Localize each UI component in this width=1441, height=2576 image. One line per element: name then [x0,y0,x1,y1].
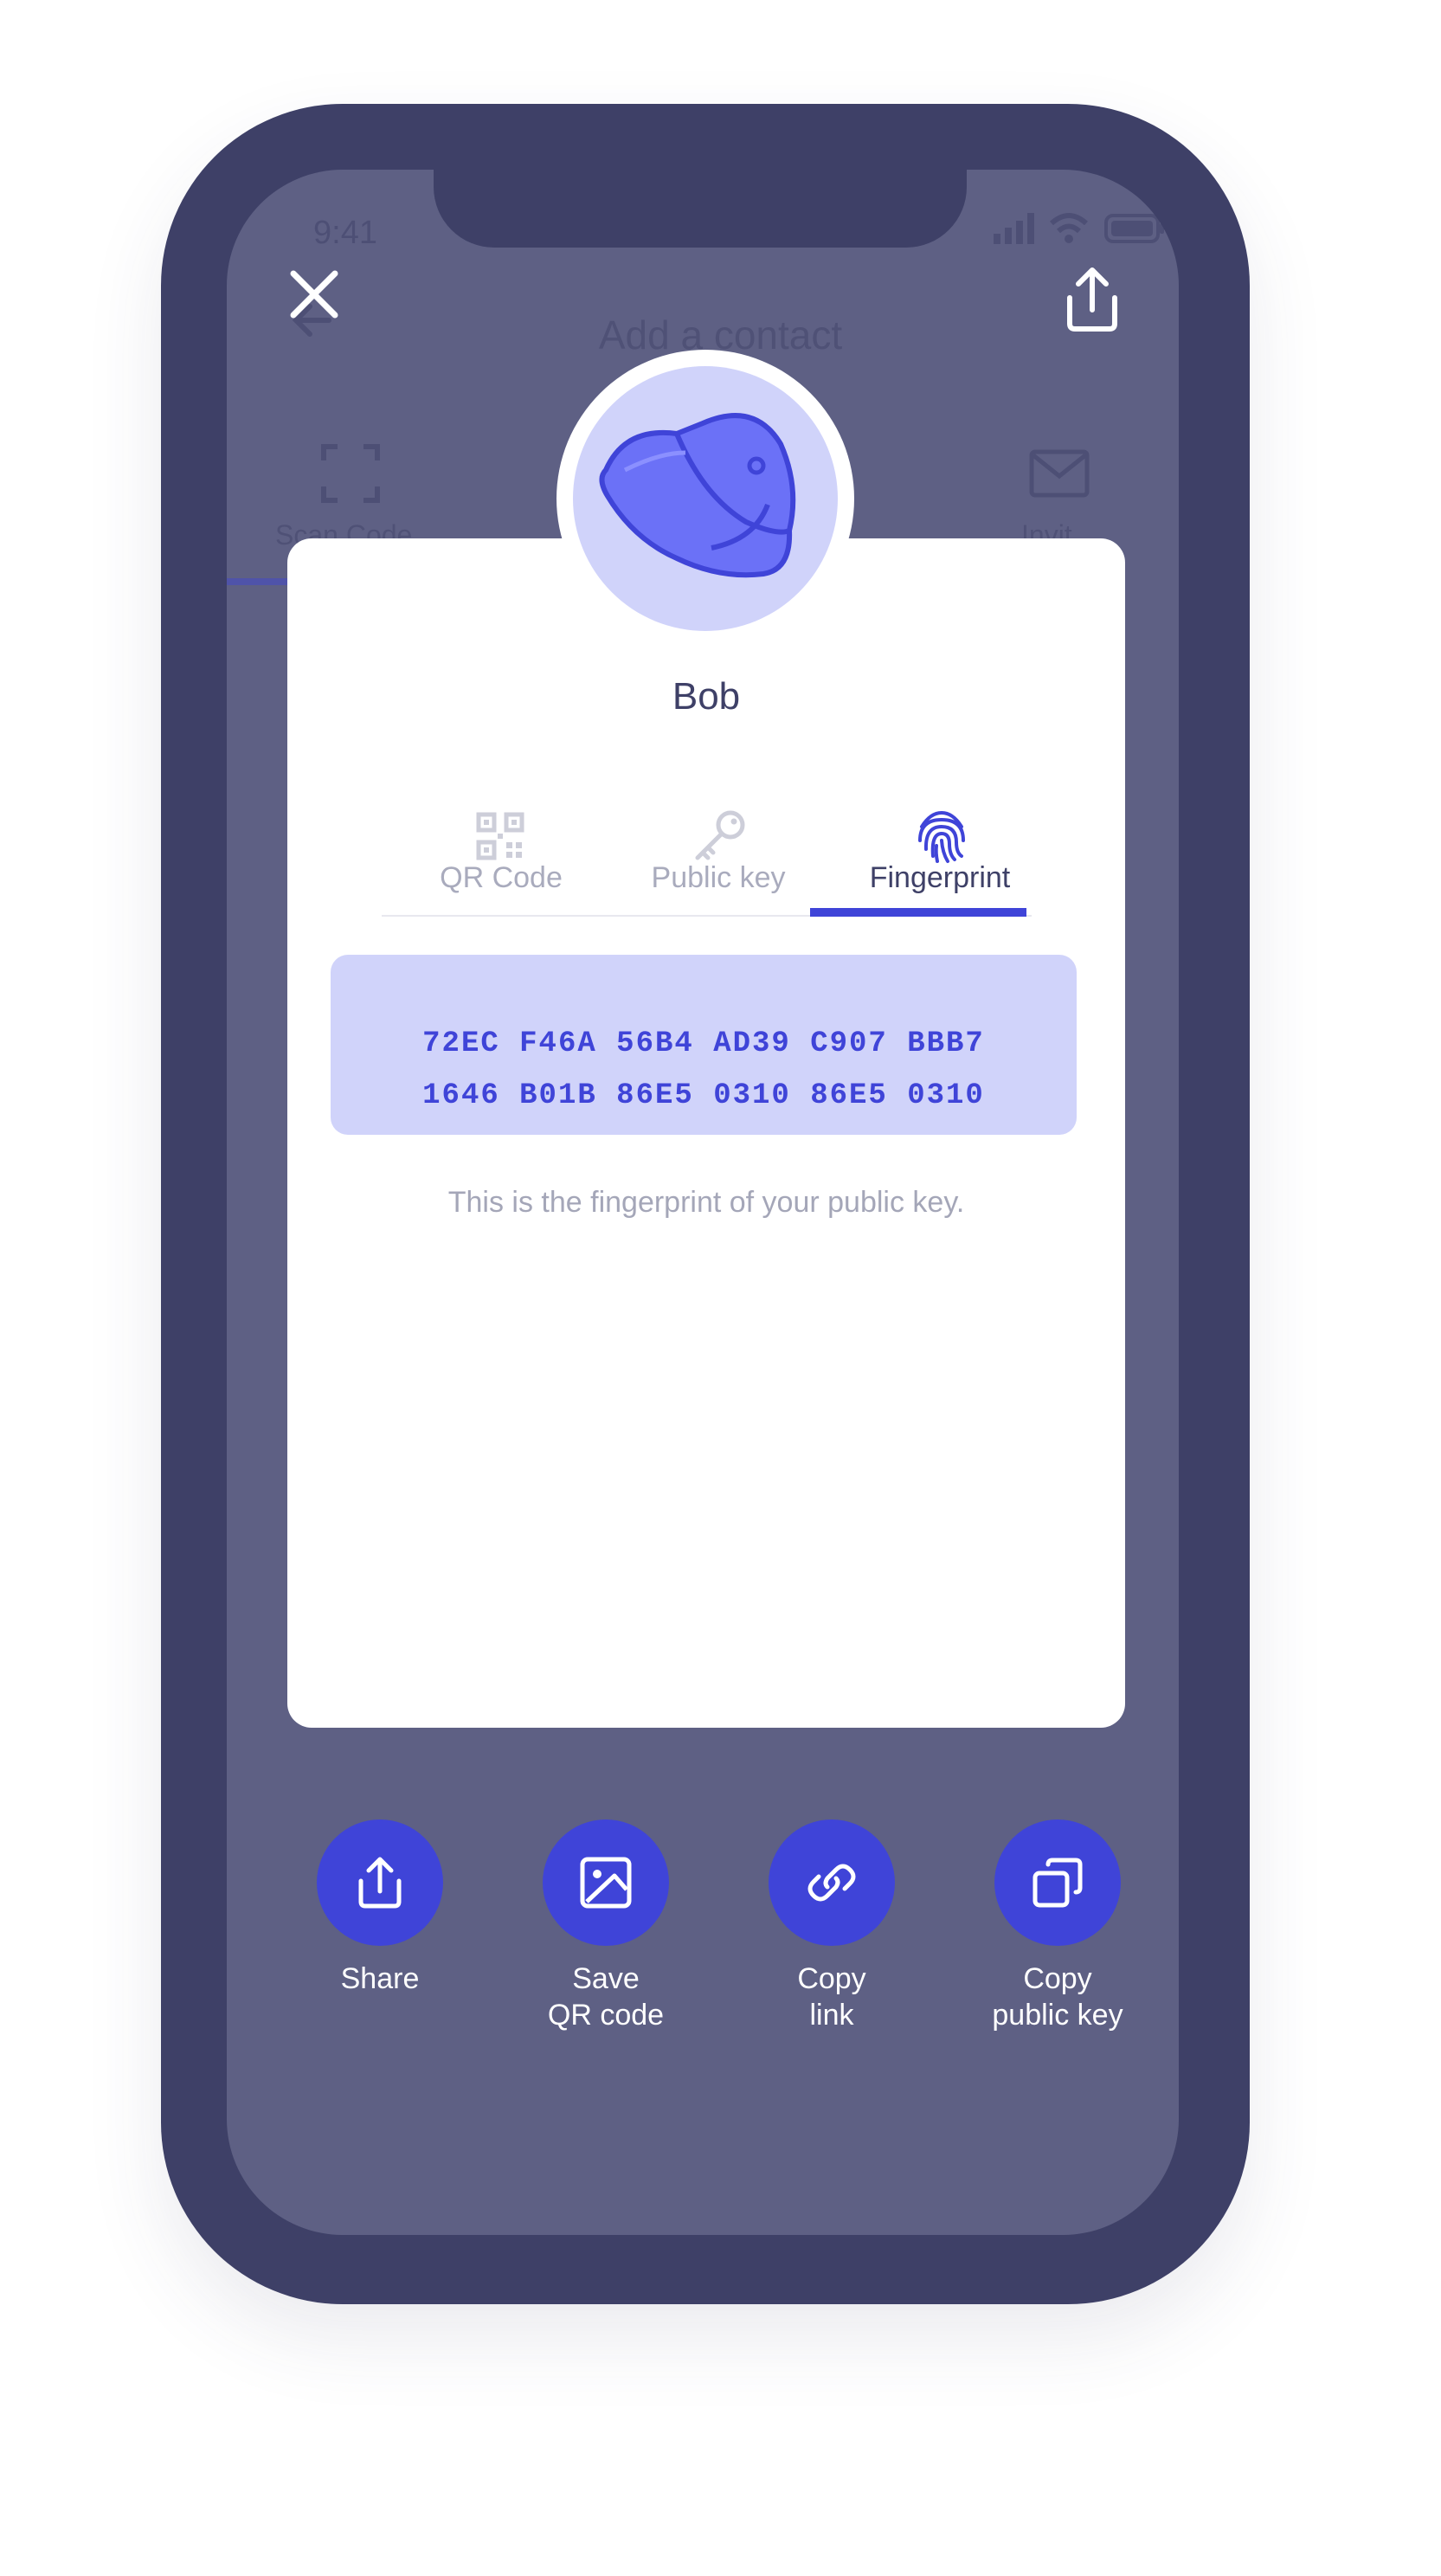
phone-notch [434,164,967,248]
close-icon[interactable] [288,268,340,320]
key-icon[interactable] [692,809,748,863]
fingerprint-line-1: 72EC F46A 56B4 AD39 C907 BBB7 [422,1027,985,1060]
copy-icon [1033,1858,1083,1908]
avatar [573,366,838,631]
share-icon [358,1857,402,1909]
copy-link-button[interactable] [769,1819,895,1946]
share-icon[interactable] [1061,267,1123,332]
copy-public-key-button[interactable] [994,1819,1121,1946]
link-icon [807,1864,856,1902]
battery-icon [1104,214,1164,243]
copy-link-label: Copy link [797,1962,866,2032]
wifi-icon [1049,213,1089,243]
status-time: 9:41 [313,215,377,251]
tab-public-key[interactable]: Public key [623,861,814,895]
save-qr-code-label: Save QR code [547,1962,665,2032]
fingerprint-line-2: 1646 B01B 86E5 0310 86E5 0310 [422,1079,985,1112]
contact-name: Bob [672,675,741,718]
signal-icon [994,213,1034,244]
active-tab-indicator [810,908,1026,917]
tab-fingerprint[interactable]: Fingerprint [845,861,1035,895]
share-button[interactable] [317,1819,443,1946]
tab-qr-code[interactable]: QR Code [410,861,592,895]
copy-public-key-label: Copy public key [992,1962,1123,2032]
fingerprint-caption: This is the fingerprint of your public k… [447,1186,965,1219]
save-qr-code-button[interactable] [543,1819,669,1946]
share-label: Share [340,1962,420,1995]
scan-code-icon [321,444,380,503]
mail-icon [1029,449,1090,498]
qr-code-icon[interactable] [476,812,524,860]
bucket-hat-icon [599,413,796,578]
image-icon [580,1857,632,1909]
fingerprint-icon[interactable] [913,808,970,865]
